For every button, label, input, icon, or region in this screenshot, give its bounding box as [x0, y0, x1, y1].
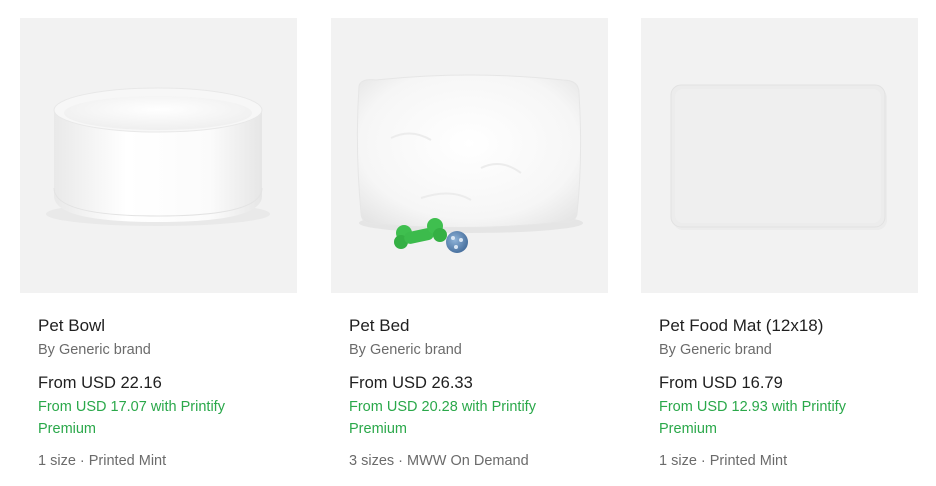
product-meta: 3 sizes · MWW On Demand	[349, 453, 529, 469]
product-price: From USD 22.16	[38, 374, 162, 392]
product-price: From USD 16.79	[659, 374, 783, 392]
premium-price: From USD 20.28 with Printify Premium	[349, 399, 536, 437]
product-meta: 1 size · Printed Mint	[38, 453, 167, 469]
product-card-pet-bowl[interactable]: Pet Bowl By Generic brand From USD 22.16…	[20, 18, 297, 478]
product-price: From USD 26.33	[349, 374, 473, 392]
product-thumbnail[interactable]	[641, 18, 918, 293]
pet-food-mat-image	[670, 84, 887, 230]
product-thumbnail[interactable]	[20, 18, 297, 293]
pet-bowl-image	[46, 87, 270, 226]
product-brand: By Generic brand	[659, 342, 772, 358]
product-meta: 1 size · Printed Mint	[659, 453, 788, 469]
product-title[interactable]: Pet Food Mat (12x18)	[659, 316, 900, 336]
premium-price: From USD 12.93 with Printify Premium	[659, 399, 846, 437]
product-grid: Pet Bowl By Generic brand From USD 22.16…	[20, 18, 918, 478]
product-title[interactable]: Pet Bed	[349, 316, 590, 336]
product-thumbnail[interactable]	[331, 18, 608, 293]
premium-price: From USD 17.07 with Printify Premium	[38, 399, 225, 437]
pet-bed-image	[356, 74, 583, 253]
product-card-pet-food-mat[interactable]: Pet Food Mat (12x18) By Generic brand Fr…	[641, 18, 918, 478]
product-title[interactable]: Pet Bowl	[38, 316, 279, 336]
product-brand: By Generic brand	[349, 342, 462, 358]
product-card-pet-bed[interactable]: Pet Bed By Generic brand From USD 26.33 …	[331, 18, 608, 478]
product-brand: By Generic brand	[38, 342, 151, 358]
